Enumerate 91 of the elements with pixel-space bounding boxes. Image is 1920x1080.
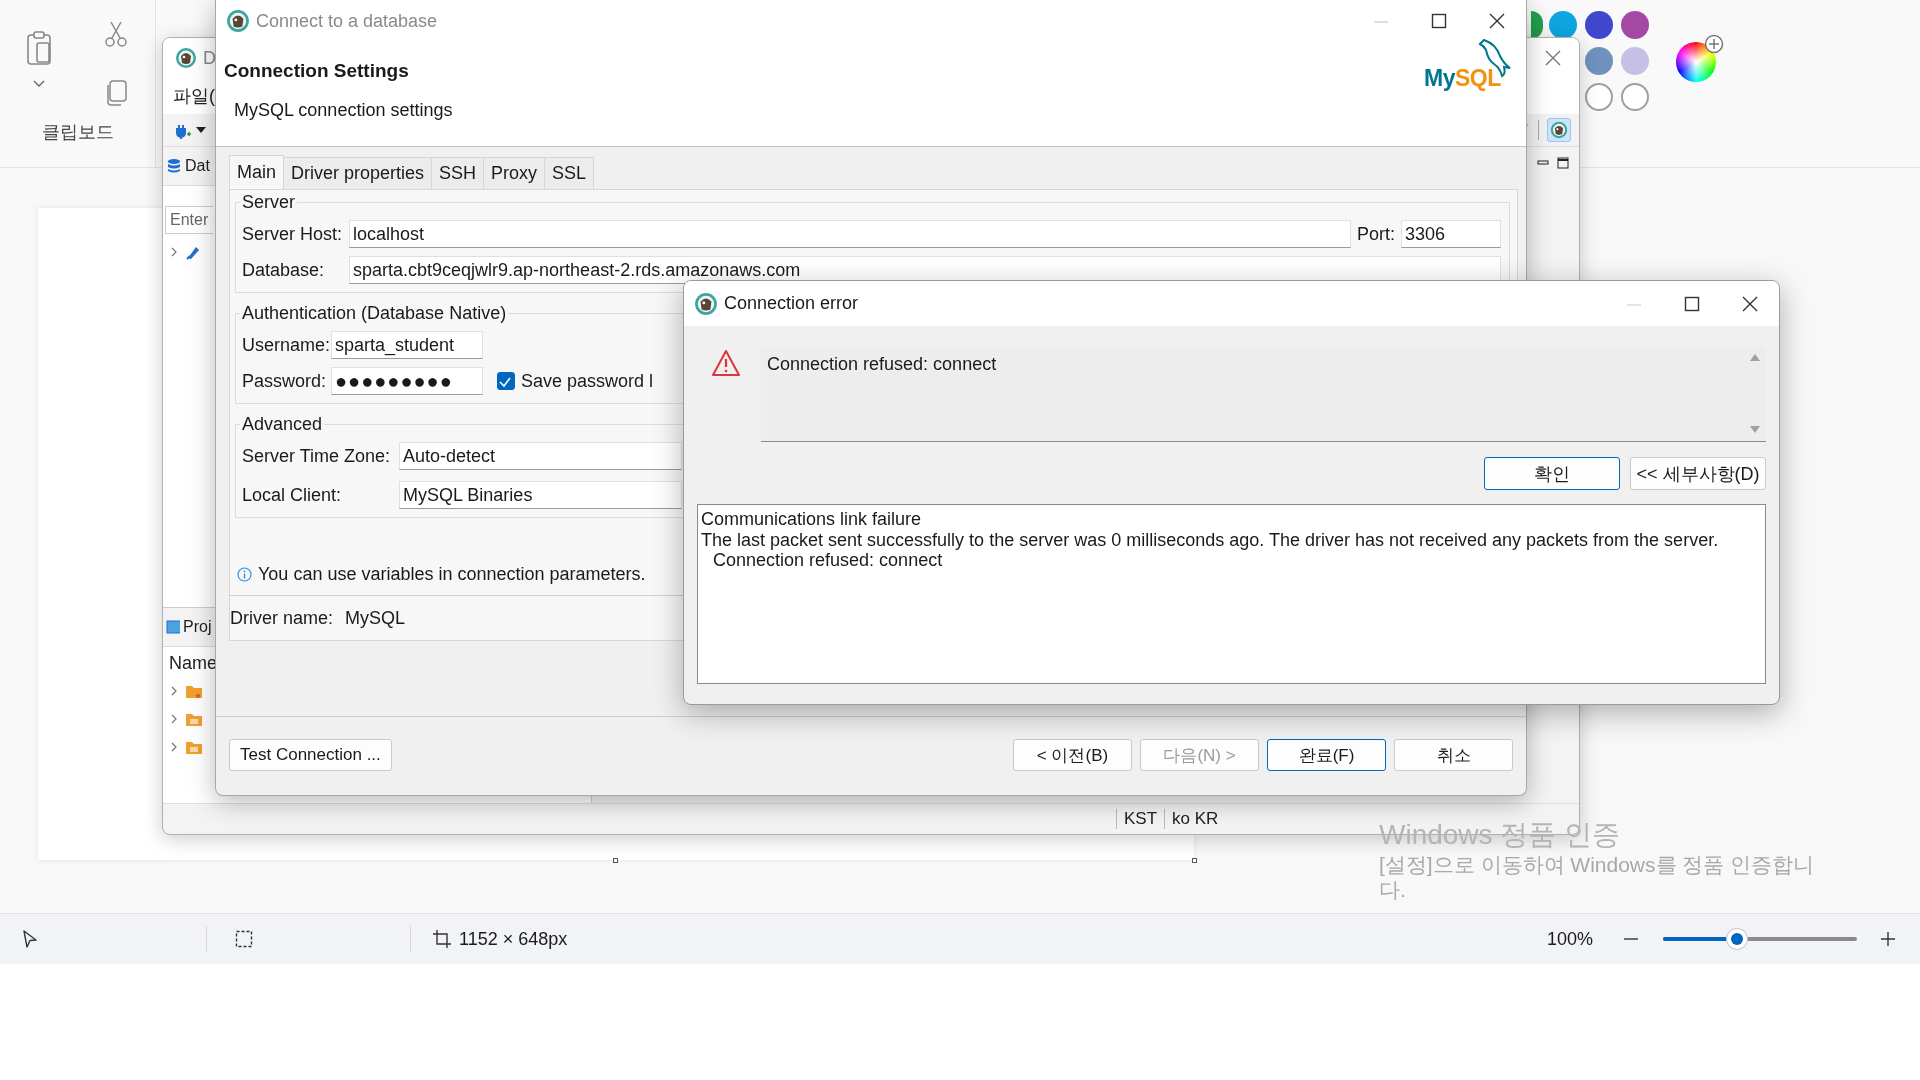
dialog-button[interactable]: < 이전(B): [1013, 739, 1132, 771]
text-field[interactable]: localhost: [349, 220, 1351, 248]
panel-tab[interactable]: Proj: [183, 618, 212, 636]
color-swatch[interactable]: [1585, 47, 1613, 75]
slider-thumb[interactable]: [1726, 929, 1747, 949]
tab[interactable]: Driver properties: [283, 157, 433, 189]
group-label: 클립보드: [41, 121, 114, 144]
filter-field[interactable]: Enter: [165, 206, 213, 234]
color-swatch[interactable]: [1621, 83, 1649, 111]
field-label: Database:: [242, 259, 326, 281]
pointer-icon[interactable]: [22, 930, 38, 948]
zoom-in-icon[interactable]: [1880, 931, 1896, 947]
window-title: Connection error: [724, 293, 859, 314]
plus-icon: [1704, 34, 1724, 54]
field-label: Local Client:: [242, 484, 343, 506]
zoom-level-text: 100%: [1546, 928, 1593, 950]
color-picker-button[interactable]: [1676, 34, 1724, 82]
field-label: Driver name:: [230, 607, 334, 629]
tab[interactable]: SSH: [431, 157, 485, 189]
info-text: You can use variables in connection parameters.: [258, 563, 646, 585]
status-text: KST: [1116, 809, 1165, 829]
text-field[interactable]: sparta.cbt9ceqjwlr9.ap-northeast-2.rds.amazonaws.com: [349, 256, 1501, 284]
database-icon: [166, 158, 182, 174]
canvas-size-text: 1152 × 648px: [459, 928, 568, 950]
color-swatch[interactable]: [1585, 11, 1613, 39]
resize-handle[interactable]: [1192, 858, 1197, 863]
text-field[interactable]: 3306: [1401, 220, 1501, 248]
maximize-icon[interactable]: [1684, 295, 1700, 312]
dialog-button[interactable]: 취소: [1394, 739, 1513, 771]
panel-icon: [166, 620, 180, 634]
details-line: Connection refused: connect: [712, 550, 944, 571]
dialog-button[interactable]: 완료(F): [1267, 739, 1386, 771]
resize-handle[interactable]: [613, 858, 618, 863]
tab[interactable]: Main: [229, 155, 284, 189]
close-icon[interactable]: [1489, 13, 1505, 29]
tab[interactable]: SSL: [544, 157, 595, 189]
page-description: MySQL connection settings: [233, 99, 453, 121]
text-field[interactable]: sparta_student: [331, 331, 483, 359]
app-icon[interactable]: [1550, 121, 1568, 139]
dialog-button[interactable]: 확인: [1484, 457, 1620, 490]
page-heading: Connection Settings: [223, 59, 410, 82]
check-icon: [498, 375, 512, 389]
details-line: The last packet sent successfully to the server was 0 milliseconds ago. The driver has not received any packets from the server.: [701, 529, 1720, 550]
error-message: Connection refused: connect: [766, 353, 998, 376]
panel-tab[interactable]: Dat: [185, 157, 210, 175]
group-title: Authentication (Database Native): [241, 303, 508, 324]
folder-icon: [185, 739, 203, 755]
selection-icon[interactable]: [235, 930, 253, 948]
tab[interactable]: Proxy: [483, 157, 546, 189]
details-line: Communications link failure: [701, 509, 923, 530]
maximize-icon[interactable]: [1431, 13, 1447, 29]
color-swatch[interactable]: [1585, 83, 1613, 111]
test-connection-button[interactable]: Test Connection ...: [229, 739, 392, 771]
window-title: Connect to a database: [256, 10, 438, 32]
color-swatch[interactable]: [1621, 11, 1649, 39]
color-swatch[interactable]: [1549, 11, 1577, 39]
app-icon: [175, 47, 197, 69]
close-icon[interactable]: [1742, 295, 1758, 312]
field-label: Server Host:: [242, 223, 343, 245]
app-icon: [226, 9, 250, 33]
folder-icon: [185, 711, 203, 727]
logo: MySQL: [1422, 34, 1514, 98]
dialog-button[interactable]: << 세부사항(D): [1630, 457, 1766, 490]
info-icon: [237, 566, 252, 582]
menu-item[interactable]: 파일(: [173, 84, 215, 108]
color-swatch[interactable]: [1531, 11, 1543, 39]
cut-icon[interactable]: [104, 20, 129, 48]
field-label: Password:: [242, 370, 325, 392]
caret-icon[interactable]: [195, 126, 207, 134]
activation-text: [설정]으로 이동하여 Windows를 정품 인증합니다.: [1379, 852, 1816, 902]
field-value: MySQL: [345, 607, 406, 629]
column-header: Name: [169, 652, 217, 674]
text-field[interactable]: MySQL Binaries: [399, 481, 682, 509]
text-field[interactable]: Auto-detect: [399, 442, 682, 470]
status-text: ko KR: [1164, 809, 1226, 829]
paste-icon[interactable]: [25, 30, 52, 66]
app-icon: [694, 291, 718, 316]
folder-icon: [185, 683, 203, 699]
group-title: Server: [241, 192, 296, 213]
canvas-size-icon: [433, 930, 451, 948]
checkbox[interactable]: [497, 372, 515, 390]
copy-icon[interactable]: [105, 80, 128, 106]
field-label: Server Time Zone:: [242, 445, 392, 467]
checkbox-label: Save password l: [521, 370, 654, 392]
field-label: Port:: [1357, 223, 1395, 245]
group-title: Advanced: [241, 414, 324, 435]
maximize-icon[interactable]: [1557, 157, 1569, 169]
text-field[interactable]: ●●●●●●●●●: [331, 367, 483, 395]
color-swatch[interactable]: [1621, 47, 1649, 75]
warning-icon: [711, 349, 741, 377]
window-title: D: [203, 47, 216, 69]
